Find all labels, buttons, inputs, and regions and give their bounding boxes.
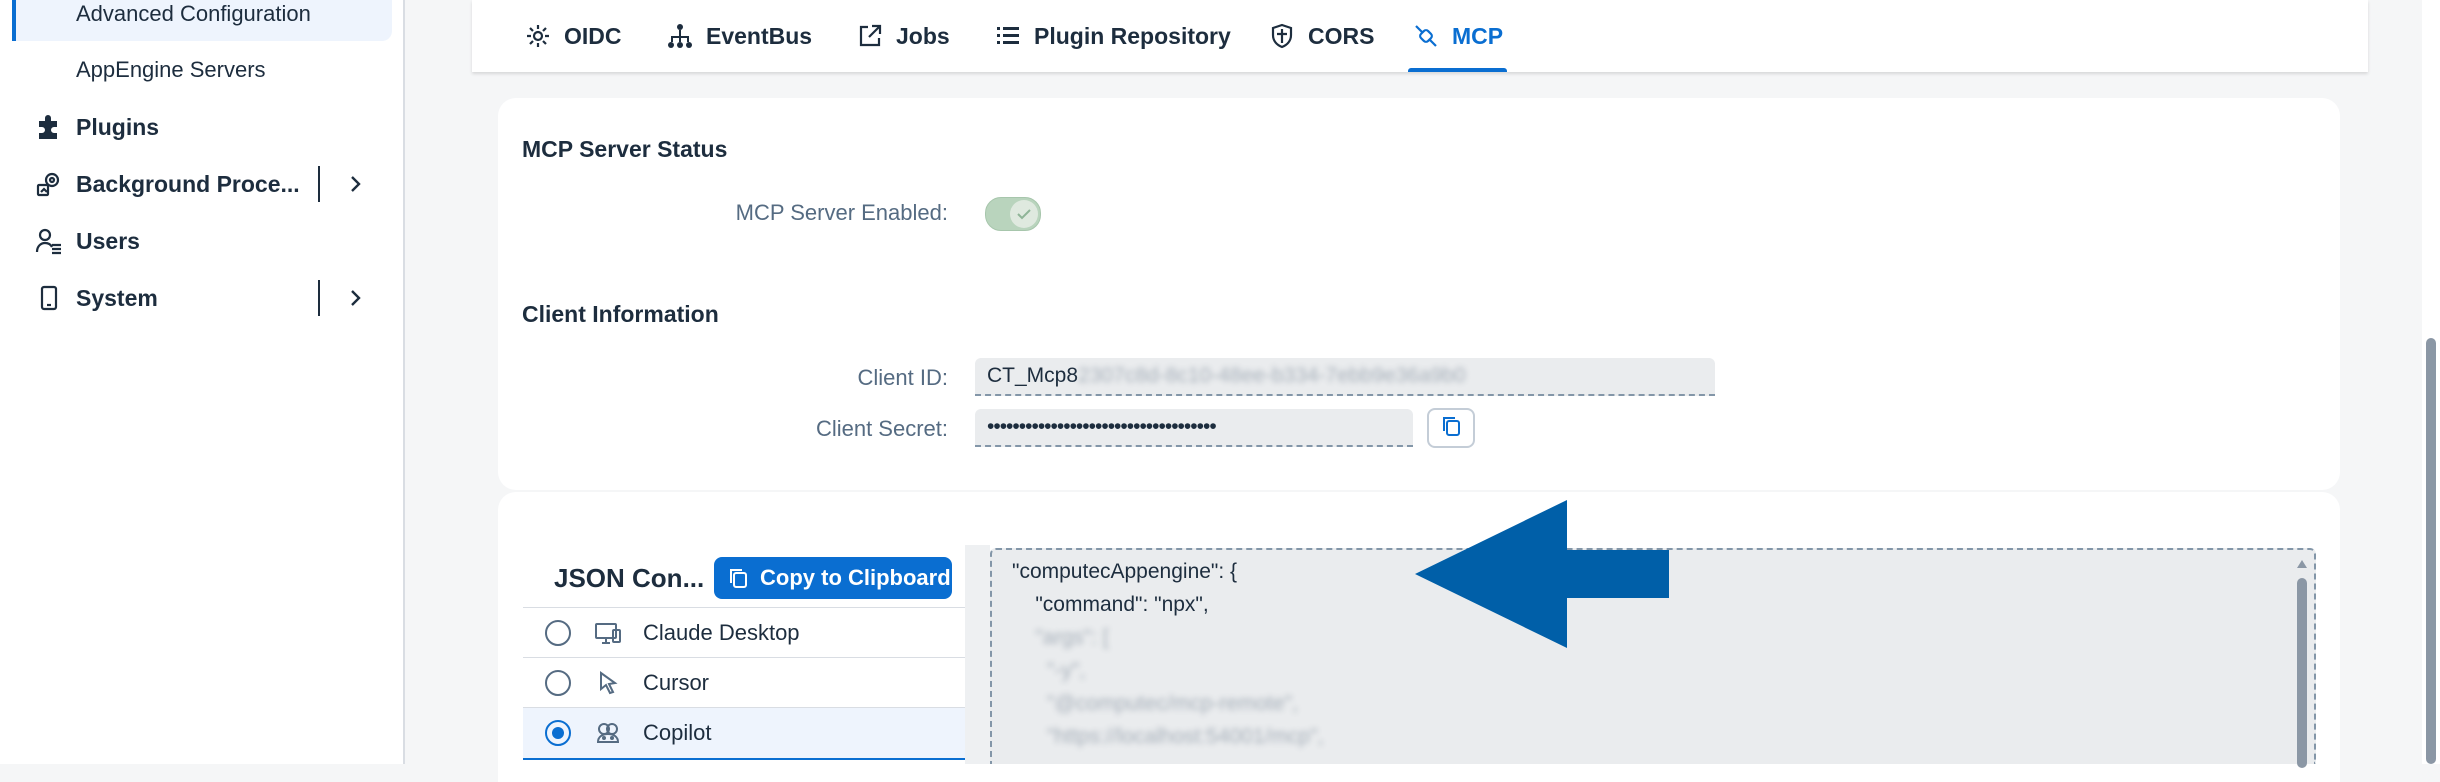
- annotation-arrow-icon: [1415, 500, 1669, 648]
- code-line: "@computec/mcp-remote",: [1012, 692, 1298, 715]
- sidebar-item-plugins[interactable]: Plugins: [0, 100, 390, 154]
- sidebar-item-label: Users: [76, 227, 140, 254]
- sidebar-item-appengine-servers[interactable]: AppEngine Servers: [0, 43, 390, 97]
- radio-button[interactable]: [545, 619, 571, 646]
- code-line: "computecAppengine": {: [1012, 560, 1238, 583]
- scrollbar-thumb[interactable]: [2426, 338, 2436, 764]
- code-line: "-y",: [1012, 659, 1086, 682]
- divider: [318, 166, 320, 202]
- tab-label: CORS: [1308, 22, 1375, 49]
- code-line: "command": "npx",: [1012, 593, 1209, 616]
- chevron-right-icon[interactable]: [344, 173, 366, 195]
- page-scrollbar[interactable]: [2422, 0, 2440, 764]
- tab-label: OIDC: [564, 22, 622, 49]
- textarea-scrollbar[interactable]: [2296, 558, 2308, 768]
- list-item-label: Copilot: [643, 720, 712, 745]
- code-line: "args": [: [1012, 626, 1109, 649]
- system-icon: [34, 283, 64, 313]
- check-icon: [1010, 200, 1038, 228]
- list-item-label: Cursor: [643, 669, 710, 695]
- sidebar-item-users[interactable]: Users: [0, 214, 390, 268]
- sidebar-item-label: AppEngine Servers: [76, 57, 266, 82]
- sidebar-item-label: Plugins: [76, 113, 160, 140]
- tab-label: Jobs: [896, 22, 950, 49]
- mcp-status-title: MCP Server Status: [522, 136, 728, 162]
- sidebar-item-advanced-configuration[interactable]: Advanced Configuration: [12, 0, 392, 41]
- gear-icon: [524, 22, 552, 50]
- shield-icon: [1268, 22, 1296, 50]
- tab-oidc[interactable]: OIDC: [524, 0, 622, 72]
- share-icon: [856, 22, 884, 50]
- cursor-icon: [593, 668, 623, 698]
- tab-label: Plugin Repository: [1034, 22, 1231, 49]
- client-id-obscured: 2307c8d-8c10-48ee-b334-7ebb9e36a9b0: [1078, 364, 1466, 387]
- tab-cors[interactable]: CORS: [1268, 0, 1374, 72]
- background-process-icon: [34, 169, 64, 199]
- copilot-icon: [593, 718, 623, 748]
- client-secret-label: Client Secret:: [815, 416, 948, 441]
- tab-eventbus[interactable]: EventBus: [666, 0, 812, 72]
- list-item-label: Claude Desktop: [643, 619, 800, 645]
- users-icon: [34, 226, 64, 256]
- copy-icon: [1439, 414, 1463, 443]
- copy-secret-button[interactable]: [1427, 408, 1475, 448]
- connector-icon: [1412, 22, 1440, 50]
- sidebar-item-label: System: [76, 284, 158, 311]
- sidebar-item-label: Advanced Configuration: [76, 1, 311, 26]
- sidebar-item-label: Background Proce...: [76, 170, 300, 197]
- copy-to-clipboard-button[interactable]: Copy to Clipboard: [714, 557, 952, 599]
- list-item-copilot[interactable]: Copilot: [523, 708, 965, 760]
- client-id-field[interactable]: CT_Mcp8 2307c8d-8c10-48ee-b334-7ebb9e36a9…: [975, 358, 1715, 396]
- sidebar-item-system[interactable]: System: [0, 271, 390, 325]
- copy-to-clipboard-label: Copy to Clipboard: [760, 565, 951, 590]
- sidebar-item-background-processes[interactable]: Background Proce...: [0, 157, 390, 211]
- sidebar: Advanced Configuration AppEngine Servers…: [0, 0, 405, 764]
- divider: [318, 280, 320, 316]
- tab-label: MCP: [1452, 22, 1504, 49]
- client-secret-value: ••••••••••••••••••••••••••••••••••••: [987, 415, 1217, 438]
- radio-button[interactable]: [545, 669, 571, 696]
- list-icon: [994, 22, 1022, 50]
- tab-jobs[interactable]: Jobs: [856, 0, 950, 72]
- mcp-enabled-switch[interactable]: [985, 197, 1041, 231]
- list-item-claude-desktop[interactable]: Claude Desktop: [523, 608, 965, 658]
- panel-gutter: [965, 545, 990, 764]
- json-config-title: JSON Con...: [554, 563, 705, 593]
- code-line: "https://localhost:54001/mcp",: [1012, 725, 1324, 748]
- tab-label: EventBus: [706, 22, 813, 49]
- desktop-icon: [593, 618, 623, 648]
- list-item-cursor[interactable]: Cursor: [523, 658, 965, 708]
- radio-button-selected[interactable]: [545, 720, 571, 746]
- chevron-right-icon[interactable]: [344, 287, 366, 309]
- tab-plugin-repository[interactable]: Plugin Repository: [994, 0, 1231, 72]
- client-id-value: CT_Mcp8: [987, 364, 1079, 387]
- tab-bar: OIDC EventBus Jobs Plugin Repository COR…: [472, 0, 2368, 72]
- copy-icon: [726, 566, 750, 590]
- client-info-title: Client Information: [522, 301, 719, 327]
- hierarchy-icon: [666, 22, 694, 50]
- client-id-label: Client ID:: [857, 365, 948, 390]
- client-secret-field[interactable]: ••••••••••••••••••••••••••••••••••••: [975, 409, 1413, 447]
- mcp-enabled-label: MCP Server Enabled:: [735, 200, 948, 225]
- tab-mcp[interactable]: MCP: [1407, 0, 1508, 72]
- plugin-icon: [34, 112, 64, 142]
